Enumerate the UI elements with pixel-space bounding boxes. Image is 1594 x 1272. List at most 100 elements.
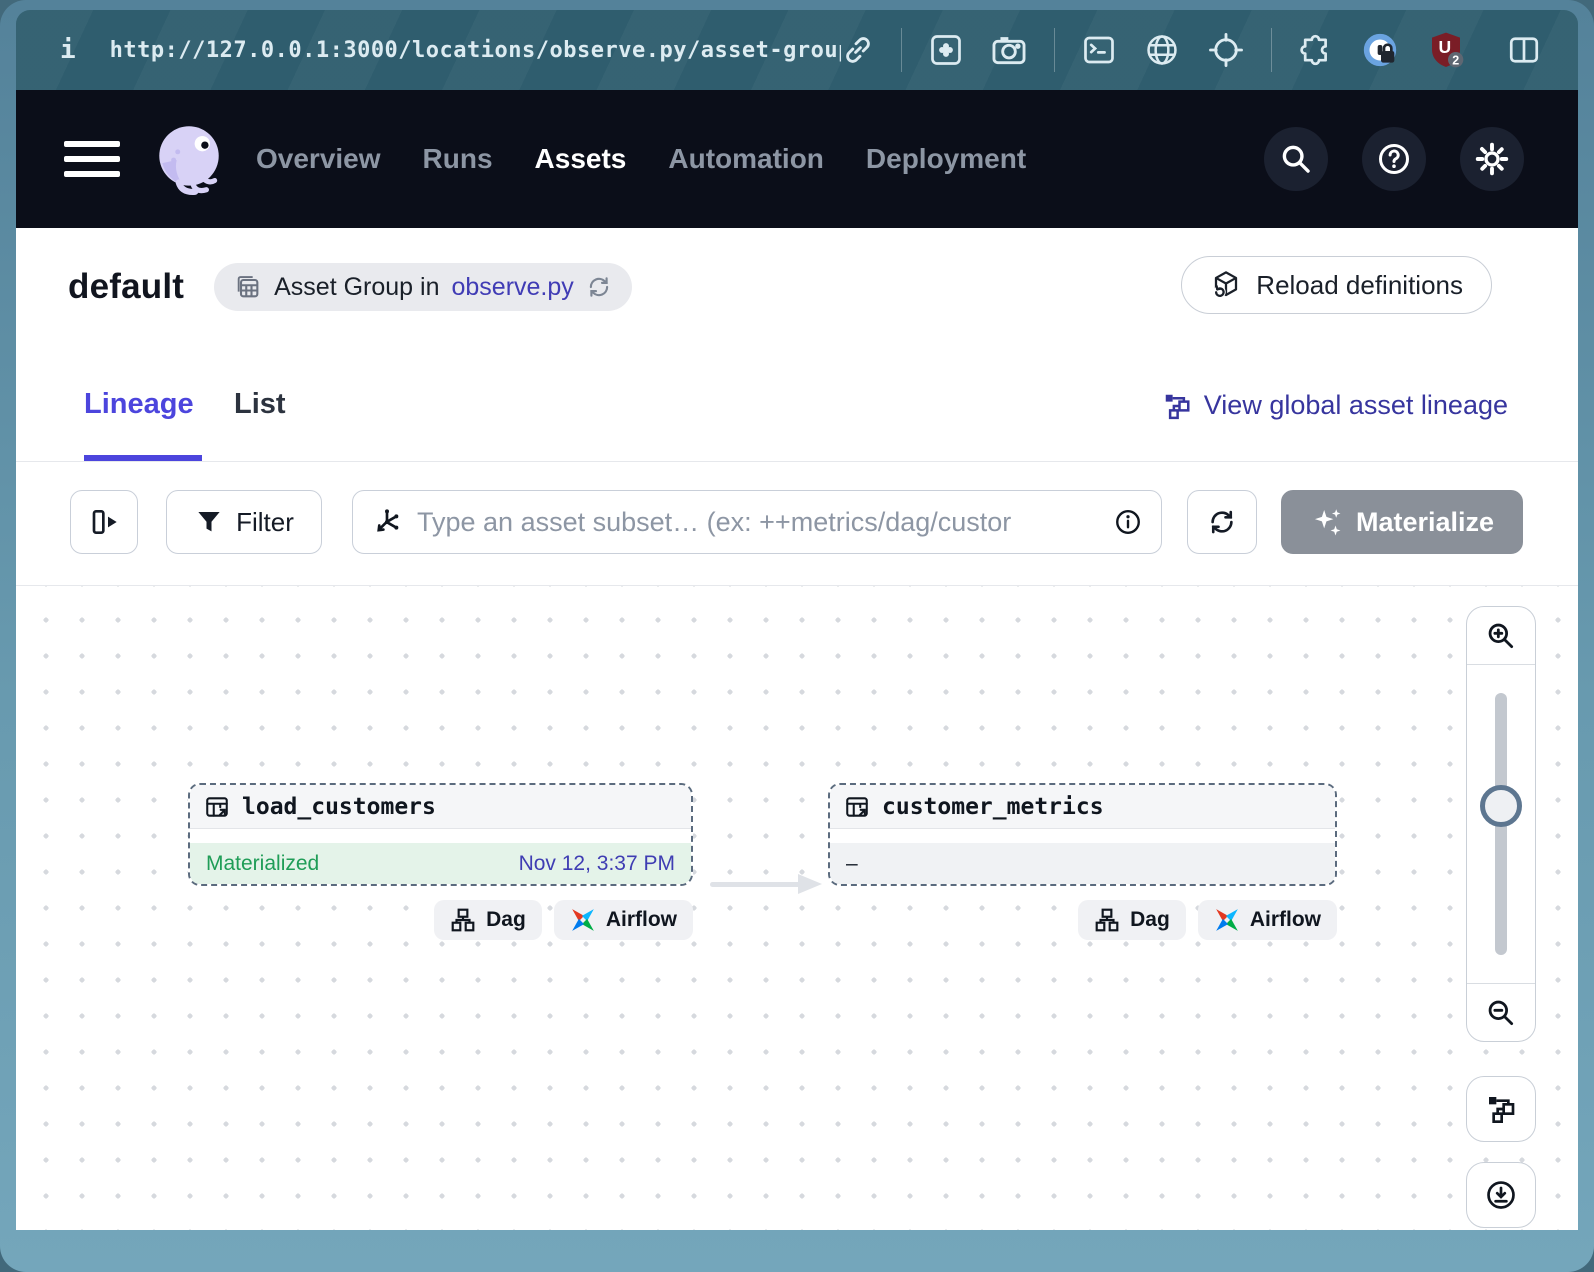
dag-icon [450, 907, 476, 933]
lineage-canvas[interactable]: load_customers Materialized Nov 12, 3:37… [16, 585, 1578, 1230]
refresh-icon [1207, 507, 1237, 537]
info-icon[interactable] [1113, 507, 1143, 537]
search-button[interactable] [1264, 127, 1328, 191]
airflow-icon [570, 907, 596, 933]
asset-status-row: – [830, 843, 1335, 884]
terminal-icon[interactable] [1081, 32, 1117, 68]
tab-list[interactable]: List [234, 388, 286, 421]
nav-item-automation[interactable]: Automation [668, 143, 824, 175]
address-bar-url[interactable]: http://127.0.0.1:3000/locations/observe.… [110, 38, 841, 63]
airflow-icon [1214, 907, 1240, 933]
dagster-logo[interactable] [148, 118, 230, 200]
selection-syntax-icon [371, 506, 403, 538]
observe-py-link[interactable]: observe.py [451, 273, 573, 302]
tag-label: Airflow [1250, 908, 1321, 932]
nav-item-overview[interactable]: Overview [256, 143, 381, 175]
adblock-shield-icon[interactable]: U 2 [1426, 30, 1466, 70]
asset-status: – [846, 852, 858, 876]
materialize-button[interactable]: Materialize [1281, 490, 1523, 554]
globe-icon[interactable] [1143, 31, 1181, 69]
lineage-toolbar: Filter [16, 490, 1578, 554]
dag-tag[interactable]: Dag [1078, 900, 1186, 940]
settings-button[interactable] [1460, 127, 1524, 191]
lineage-edge-arrow [710, 874, 822, 895]
asset-group-badge[interactable]: Asset Group in observe.py [214, 263, 632, 311]
zoom-in-icon [1485, 620, 1517, 652]
reload-definitions-label: Reload definitions [1256, 270, 1463, 301]
hamburger-menu-button[interactable] [64, 141, 120, 177]
airflow-tag[interactable]: Airflow [554, 900, 693, 940]
dag-icon [1094, 907, 1120, 933]
download-image-button[interactable] [1466, 1162, 1536, 1228]
toolbar-divider [901, 28, 902, 72]
nav-item-runs[interactable]: Runs [423, 143, 493, 175]
password-manager-lock-icon[interactable] [1360, 30, 1400, 70]
asset-name: customer_metrics [882, 794, 1104, 820]
airflow-tag[interactable]: Airflow [1198, 900, 1337, 940]
page-info-icon[interactable]: i [60, 35, 76, 65]
puzzle-extension-icon[interactable] [1298, 32, 1334, 68]
zoom-controls [1466, 606, 1536, 1042]
refresh-graph-button[interactable] [1187, 490, 1257, 554]
tag-label: Dag [486, 908, 526, 932]
tag-label: Dag [1130, 908, 1170, 932]
active-tab-underline [84, 455, 202, 461]
expand-panel-button[interactable] [70, 490, 138, 554]
asset-subset-field[interactable] [352, 490, 1162, 554]
toolbar-divider [1271, 28, 1272, 72]
zoom-out-icon [1485, 997, 1517, 1029]
tabs-row: Lineage List View global asset lineage [16, 368, 1578, 462]
gear-icon [1474, 141, 1510, 177]
help-button[interactable] [1362, 127, 1426, 191]
split-view-icon[interactable] [1506, 32, 1542, 68]
page-title: default [68, 267, 184, 307]
main-content: default Asset Group in observe.py [16, 228, 1578, 1230]
window-frame: i http://127.0.0.1:3000/locations/observ… [0, 0, 1594, 1272]
download-icon [1484, 1178, 1518, 1212]
tag-label: Airflow [606, 908, 677, 932]
nav-item-deployment[interactable]: Deployment [866, 143, 1026, 175]
asset-subset-input[interactable] [417, 507, 1099, 538]
nav-item-assets[interactable]: Assets [535, 143, 627, 175]
tag-row: Dag Airflow [828, 900, 1337, 940]
asset-table-icon [204, 794, 230, 820]
asset-group-icon [234, 273, 262, 301]
zoom-slider-knob[interactable] [1480, 785, 1522, 827]
filter-label: Filter [236, 507, 294, 538]
zoom-in-button[interactable] [1467, 607, 1535, 665]
link-icon[interactable] [841, 33, 875, 67]
tab-lineage[interactable]: Lineage [84, 388, 194, 421]
badge-count: 2 [1452, 53, 1459, 67]
help-icon [1376, 141, 1412, 177]
view-global-asset-lineage-link[interactable]: View global asset lineage [1162, 390, 1508, 421]
asset-group-badge-text: Asset Group in [274, 273, 439, 302]
materialize-label: Materialize [1356, 507, 1494, 538]
photos-icon[interactable] [928, 32, 964, 68]
asset-status-row: Materialized Nov 12, 3:37 PM [190, 843, 691, 884]
dag-tag[interactable]: Dag [434, 900, 542, 940]
zoom-slider[interactable] [1467, 665, 1535, 983]
fit-lineage-button[interactable] [1466, 1076, 1536, 1142]
reload-cube-icon [1210, 269, 1242, 301]
lineage-graph-icon [1485, 1093, 1517, 1125]
funnel-icon [194, 507, 224, 537]
asset-table-icon [844, 794, 870, 820]
asset-node-load-customers[interactable]: load_customers Materialized Nov 12, 3:37… [188, 783, 693, 886]
badge-refresh-icon[interactable] [586, 274, 612, 300]
lineage-graph-icon [1162, 391, 1192, 421]
camera-icon[interactable] [990, 31, 1028, 69]
browser-toolbar: i http://127.0.0.1:3000/locations/observ… [16, 10, 1578, 90]
app-navbar: Overview Runs Assets Automation Deployme… [16, 90, 1578, 228]
sparkles-icon [1310, 505, 1344, 539]
asset-timestamp: Nov 12, 3:37 PM [519, 852, 675, 876]
toolbar-divider [1054, 28, 1055, 72]
asset-node-customer-metrics[interactable]: customer_metrics – [828, 783, 1337, 886]
crosshair-icon[interactable] [1207, 31, 1245, 69]
filter-button[interactable]: Filter [166, 490, 322, 554]
zoom-out-button[interactable] [1467, 983, 1535, 1041]
reload-definitions-button[interactable]: Reload definitions [1181, 256, 1492, 314]
panel-expand-icon [88, 506, 120, 538]
search-icon [1279, 142, 1313, 176]
tag-row: Dag Airflow [188, 900, 693, 940]
svg-text:U: U [1439, 37, 1452, 57]
